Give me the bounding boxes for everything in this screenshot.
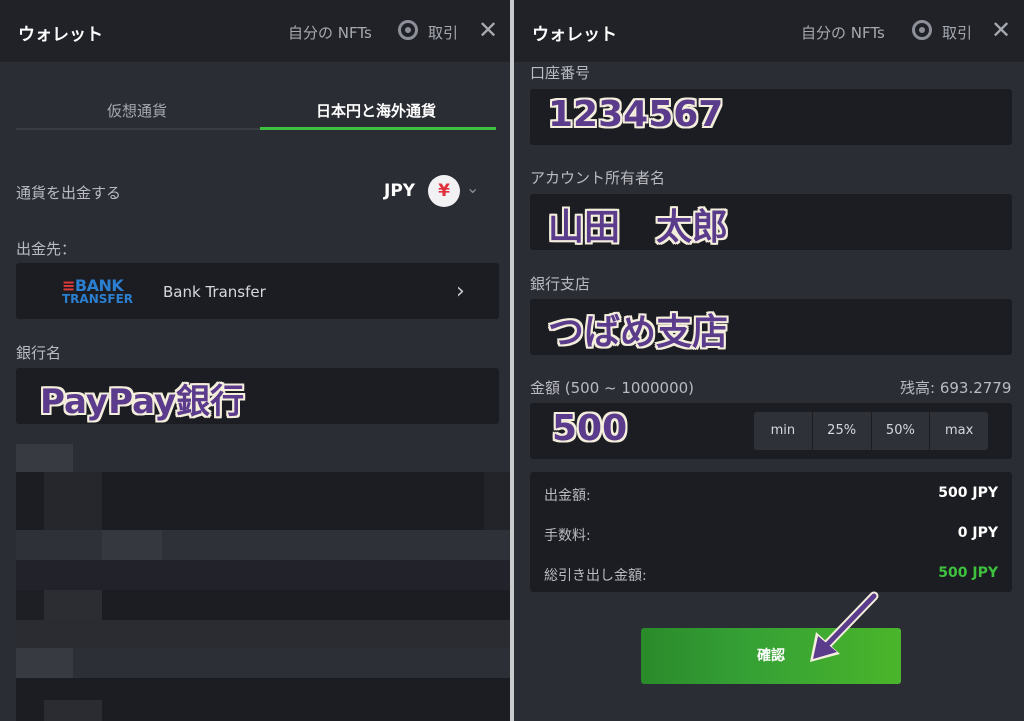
account-number-value: 1234567	[548, 94, 724, 135]
annotation-arrow-icon	[810, 591, 879, 662]
bank-name-label: 銀行名	[16, 344, 62, 362]
wallet-title: ウォレット	[18, 25, 103, 45]
preset-50-button[interactable]: 50%	[871, 412, 931, 450]
wallet-title: ウォレット	[532, 25, 617, 45]
pixelated-redacted-area	[16, 440, 512, 721]
preset-max-button[interactable]: max	[930, 412, 988, 450]
trade-icon[interactable]	[912, 20, 932, 40]
withdraw-amount-value: 500 JPY	[938, 485, 998, 501]
wallet-header: ウォレット 自分の NFTs 取引 ✕	[0, 0, 512, 62]
bank-method-label: Bank Transfer	[163, 283, 266, 301]
branch-value: つばめ支店	[548, 312, 729, 353]
bank-transfer-logo-sub: TRANSFER	[62, 292, 134, 306]
balance-label: 残高: 693.2779	[900, 379, 1012, 397]
preset-min-button[interactable]: min	[754, 412, 813, 450]
total-withdraw-label: 総引き出し金額:	[544, 568, 647, 584]
close-icon[interactable]: ✕	[991, 16, 1011, 44]
branch-label: 銀行支店	[530, 275, 591, 293]
withdraw-currency-label: 通貨を出金する	[16, 184, 122, 202]
withdraw-amount-label: 出金額:	[544, 488, 591, 504]
bank-name-value: PayPay銀行	[40, 382, 245, 422]
tab-crypto[interactable]: 仮想通貨	[107, 100, 167, 121]
destination-label: 出金先：	[16, 240, 77, 258]
account-holder-label: アカウント所有者名	[530, 169, 666, 187]
wallet-header: ウォレット 自分の NFTs 取引 ✕	[514, 0, 1024, 62]
trade-link[interactable]: 取引	[428, 22, 458, 43]
chevron-right-icon[interactable]: ›	[456, 279, 465, 304]
amount-value: 500	[552, 408, 628, 449]
my-nfts-link[interactable]: 自分の NFTs	[801, 22, 885, 43]
tab-active-indicator	[260, 127, 496, 130]
amount-preset-group: min 25% 50% max	[754, 412, 988, 450]
withdraw-summary: 出金額: 500 JPY 手数料: 0 JPY 総引き出し金額: 500 JPY	[530, 472, 1012, 592]
chevron-down-icon[interactable]: ⌄	[466, 178, 479, 197]
account-number-label: 口座番号	[530, 64, 591, 82]
my-nfts-link[interactable]: 自分の NFTs	[288, 22, 372, 43]
amount-label: 金額 (500 ~ 1000000)	[530, 379, 695, 397]
trade-icon[interactable]	[398, 20, 418, 40]
trade-link[interactable]: 取引	[942, 22, 972, 43]
yen-icon[interactable]: ¥	[428, 175, 460, 207]
left-wallet-panel: ウォレット 自分の NFTs 取引 ✕ 仮想通貨 日本円と海外通貨 通貨を出金す…	[0, 0, 512, 721]
fee-label: 手数料:	[544, 528, 591, 544]
tab-fiat[interactable]: 日本円と海外通貨	[316, 100, 436, 121]
close-icon[interactable]: ✕	[478, 16, 498, 44]
preset-25-button[interactable]: 25%	[812, 412, 872, 450]
account-holder-value: 山田 太郎	[548, 207, 729, 248]
currency-code[interactable]: JPY	[384, 181, 415, 201]
total-withdraw-value: 500 JPY	[938, 565, 998, 581]
fee-value: 0 JPY	[957, 525, 998, 541]
